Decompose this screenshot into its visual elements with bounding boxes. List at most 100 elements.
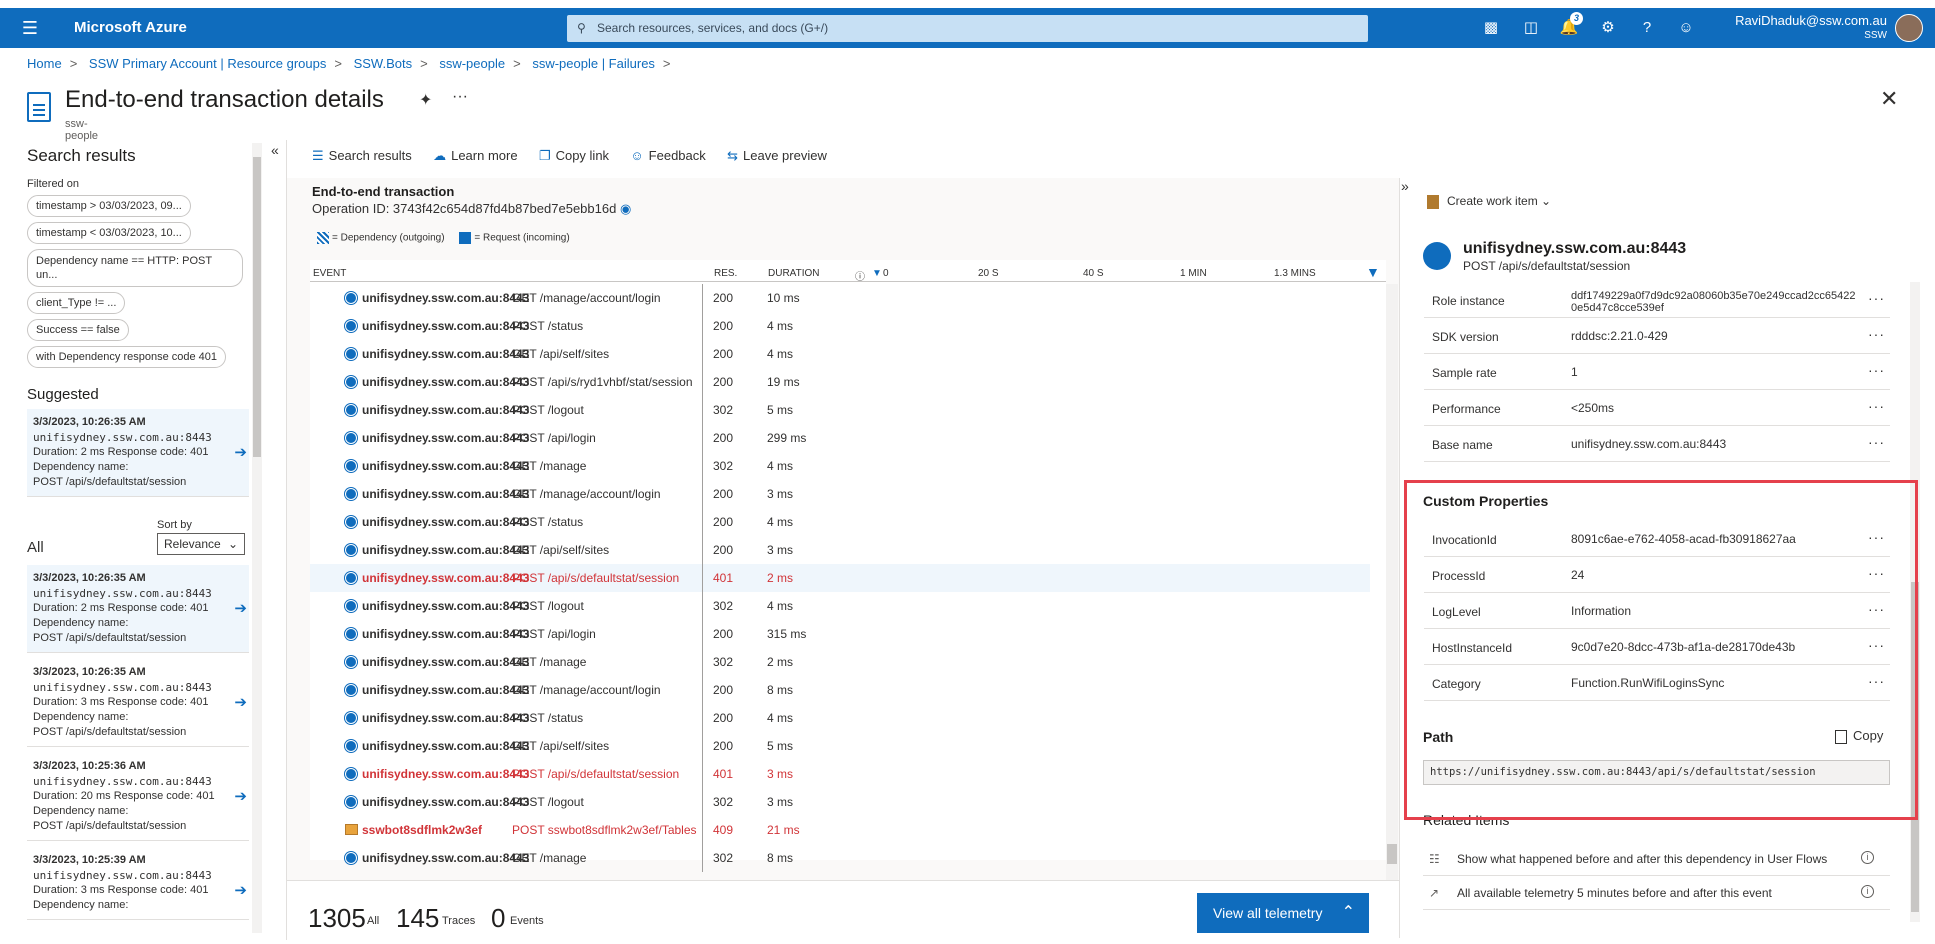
table-row[interactable]: unifisydney.ssw.com.au:8443 POST /api/log… [310, 620, 1370, 648]
arrow-right-icon[interactable]: ➔ [234, 695, 247, 710]
filter-chip[interactable]: timestamp < 03/03/2023, 10... [27, 222, 191, 244]
scrollbar-thumb[interactable] [253, 157, 261, 457]
user-account[interactable]: RaviDhaduk@ssw.com.au SSW [1735, 13, 1887, 43]
search-results-button[interactable]: ☰ Search results [312, 148, 412, 164]
arrow-right-icon[interactable]: ➔ [234, 601, 247, 616]
feedback-button[interactable]: ☺ Feedback [630, 148, 705, 163]
table-row[interactable]: unifisydney.ssw.com.au:8443 POST /status 2… [310, 704, 1370, 732]
arrow-right-icon[interactable]: ➔ [234, 445, 247, 460]
related-item-telemetry[interactable]: ↗ All available telemetry 5 minutes befor… [1423, 876, 1890, 910]
list-item[interactable]: 3/3/2023, 10:25:36 AM unifisydney.ssw.co… [27, 753, 249, 841]
col-duration[interactable]: DURATION [768, 268, 819, 279]
operation-icon[interactable]: ◉ [620, 201, 631, 216]
directory-filter-icon[interactable]: ◫ [1518, 16, 1544, 40]
more-options-icon[interactable]: ··· [1868, 290, 1885, 306]
table-row[interactable]: sswbot8sdflmk2w3ef POST sswbot8sdflmk2w3e… [310, 816, 1370, 844]
more-options-icon[interactable]: ··· [1868, 398, 1885, 414]
settings-gear-icon[interactable]: ⚙ [1595, 16, 1621, 40]
create-work-item-button[interactable]: Create work item ⌄ [1427, 194, 1551, 209]
table-row[interactable]: unifisydney.ssw.com.au:8443 GET /manage 30… [310, 648, 1370, 676]
result-dep: POST /api/s/defaultstat/session [33, 820, 187, 832]
copy-link-button[interactable]: ❐ Copy link [539, 148, 609, 164]
col-event[interactable]: EVENT [313, 268, 346, 279]
more-options-icon[interactable]: ··· [1868, 434, 1885, 450]
table-row[interactable]: unifisydney.ssw.com.au:8443 GET /api/self… [310, 732, 1370, 760]
table-row[interactable]: unifisydney.ssw.com.au:8443 POST /status 2… [310, 508, 1370, 536]
globe-icon [345, 712, 357, 724]
arrow-right-icon[interactable]: ➔ [234, 789, 247, 804]
left-scrollbar[interactable] [252, 143, 262, 933]
related-item-user-flows[interactable]: ☷ Show what happened before and after thi… [1423, 842, 1890, 876]
arrow-right-icon[interactable]: ➔ [234, 883, 247, 898]
list-item[interactable]: 3/3/2023, 10:26:35 AM unifisydney.ssw.co… [27, 565, 249, 653]
feedback-icon[interactable]: ☺ [1673, 16, 1699, 40]
leave-preview-button[interactable]: ⇆ Leave preview [727, 148, 827, 164]
timeline-tick: 1 MIN [1180, 268, 1207, 279]
globe-icon [345, 376, 357, 388]
row-host: unifisydney.ssw.com.au:8443 [362, 571, 530, 585]
filter-chip[interactable]: Dependency name == HTTP: POST un... [27, 249, 243, 287]
filter-chip[interactable]: with Dependency response code 401 [27, 346, 227, 368]
col-res[interactable]: RES. [714, 268, 737, 279]
more-options-icon[interactable]: ··· [1868, 326, 1885, 342]
column-divider [702, 368, 703, 396]
breadcrumb-resource-groups[interactable]: SSW Primary Account | Resource groups [89, 56, 326, 71]
table-row[interactable]: unifisydney.ssw.com.au:8443 GET /manage/a… [310, 480, 1370, 508]
breadcrumb-failures[interactable]: ssw-people | Failures [532, 56, 655, 71]
breadcrumb-home[interactable]: Home [27, 56, 62, 71]
list-item[interactable]: 3/3/2023, 10:26:35 AM unifisydney.ssw.co… [27, 659, 249, 747]
row-result-code: 401 [713, 767, 734, 781]
list-item[interactable]: 3/3/2023, 10:26:35 AM unifisydney.ssw.co… [27, 409, 249, 497]
view-all-telemetry-button[interactable]: View all telemetry ⌃ [1197, 893, 1369, 933]
pin-icon[interactable]: ✦ [419, 90, 432, 110]
table-row[interactable]: unifisydney.ssw.com.au:8443 POST /status 2… [310, 312, 1370, 340]
close-icon[interactable]: ✕ [1880, 86, 1898, 112]
table-row[interactable]: unifisydney.ssw.com.au:8443 POST /api/s/d… [310, 760, 1370, 788]
info-icon[interactable]: i [1861, 885, 1874, 898]
avatar[interactable] [1895, 14, 1923, 42]
timeline-start-marker-icon[interactable]: ▼ [872, 268, 882, 279]
filter-chip[interactable]: client_Type != ... [27, 292, 126, 314]
table-row[interactable]: unifisydney.ssw.com.au:8443 POST /logout 3… [310, 592, 1370, 620]
breadcrumb-ssw-people[interactable]: ssw-people [439, 56, 505, 71]
timeline-filter-icon[interactable]: ▼ [1366, 264, 1380, 280]
global-search-input[interactable]: ⚲ Search resources, services, and docs (… [567, 15, 1368, 42]
grid-scrollbar[interactable] [1386, 284, 1398, 882]
table-row[interactable]: unifisydney.ssw.com.au:8443 GET /manage 30… [310, 452, 1370, 480]
expand-pane-icon[interactable]: » [1401, 178, 1409, 194]
sort-select[interactable]: Relevance ⌄ [157, 533, 245, 555]
breadcrumb-ssw-bots[interactable]: SSW.Bots [354, 56, 413, 71]
table-row[interactable]: unifisydney.ssw.com.au:8443 GET /manage 30… [310, 844, 1370, 872]
table-row[interactable]: unifisydney.ssw.com.au:8443 POST /api/log… [310, 424, 1370, 452]
table-row[interactable]: unifisydney.ssw.com.au:8443 GET /manage/a… [310, 284, 1370, 312]
row-host: sswbot8sdflmk2w3ef [362, 823, 483, 837]
cloud-shell-icon[interactable]: ▩ [1478, 16, 1504, 40]
table-row[interactable]: unifisydney.ssw.com.au:8443 POST /logout 3… [310, 396, 1370, 424]
table-row[interactable]: unifisydney.ssw.com.au:8443 POST /api/s/r… [310, 368, 1370, 396]
filter-chip[interactable]: Success == false [27, 319, 129, 341]
table-row[interactable]: unifisydney.ssw.com.au:8443 GET /manage/a… [310, 676, 1370, 704]
help-icon[interactable]: ? [1634, 16, 1660, 40]
related-item-label: Show what happened before and after this… [1457, 852, 1828, 866]
list-item[interactable]: 3/3/2023, 10:25:39 AM unifisydney.ssw.co… [27, 847, 249, 920]
table-row[interactable]: unifisydney.ssw.com.au:8443 POST /logout 3… [310, 788, 1370, 816]
info-icon[interactable]: i [1861, 851, 1874, 864]
brand-name[interactable]: Microsoft Azure [74, 19, 187, 36]
globe-icon [345, 544, 357, 556]
row-result-code: 200 [713, 711, 734, 725]
more-options-icon[interactable]: ··· [452, 88, 468, 106]
filter-chip[interactable]: timestamp > 03/03/2023, 09... [27, 195, 191, 217]
menu-icon[interactable]: ☰ [18, 16, 42, 40]
help-icon[interactable]: ⓘ [855, 268, 865, 283]
collapse-pane-icon[interactable]: « [271, 142, 279, 158]
scrollbar-thumb[interactable] [1387, 844, 1397, 864]
notifications-icon[interactable]: 🔔 3 [1556, 12, 1583, 40]
table-row[interactable]: unifisydney.ssw.com.au:8443 POST /api/s/d… [310, 564, 1370, 592]
dependency-operation: POST /api/s/defaultstat/session [1463, 259, 1631, 273]
dependency-host: unifisydney.ssw.com.au:8443 [1463, 240, 1687, 257]
more-options-icon[interactable]: ··· [1868, 362, 1885, 378]
learn-more-button[interactable]: ☁ Learn more [433, 148, 517, 164]
row-duration: 5 ms [767, 739, 794, 753]
table-row[interactable]: unifisydney.ssw.com.au:8443 GET /api/self… [310, 536, 1370, 564]
table-row[interactable]: unifisydney.ssw.com.au:8443 GET /api/self… [310, 340, 1370, 368]
